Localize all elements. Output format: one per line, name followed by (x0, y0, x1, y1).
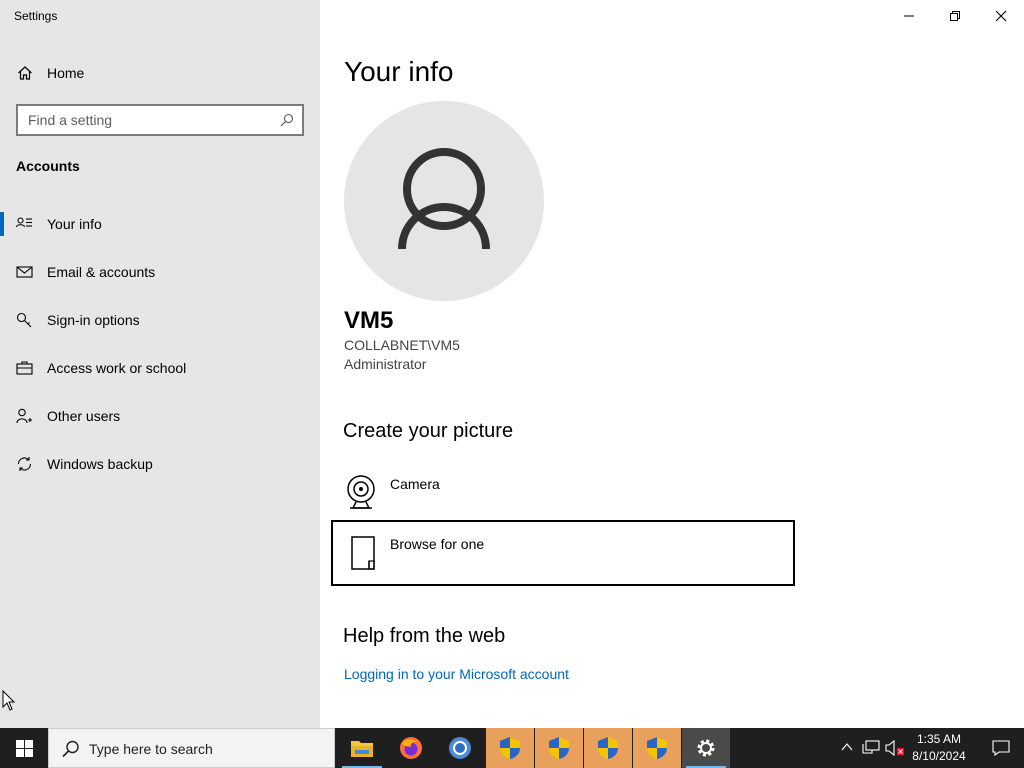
sidebar-item-label: Windows backup (47, 456, 153, 472)
window-controls (886, 0, 1024, 32)
sidebar: Settings Home Accounts Your info Email &… (0, 0, 320, 728)
tray-show-hidden[interactable] (838, 728, 856, 768)
network-icon (862, 740, 880, 754)
mouse-cursor-icon (2, 689, 16, 717)
user-name: VM5 (344, 307, 394, 334)
user-domain: COLLABNET\VM5 (344, 337, 460, 353)
avatar (344, 101, 544, 301)
volume-muted-icon (885, 740, 904, 756)
sidebar-item-home[interactable]: Home (0, 58, 320, 88)
create-picture-heading: Create your picture (343, 420, 514, 442)
settings-gear-icon (697, 739, 715, 757)
find-setting-search[interactable] (16, 104, 304, 136)
camera-option[interactable]: Camera (332, 466, 794, 516)
file-icon (349, 536, 377, 570)
person-icon (398, 148, 490, 250)
app-title: Settings (14, 9, 58, 23)
sidebar-item-email-accounts[interactable]: Email & accounts (0, 252, 320, 292)
sidebar-item-label: Email & accounts (47, 264, 156, 280)
action-center-button[interactable] (978, 728, 1024, 768)
user-role: Administrator (344, 356, 427, 372)
help-link[interactable]: Logging in to your Microsoft account (344, 666, 569, 682)
help-heading: Help from the web (343, 625, 506, 647)
camera-label: Camera (390, 476, 440, 492)
sidebar-item-label: Access work or school (47, 360, 187, 376)
sidebar-item-other-users[interactable]: Other users (0, 396, 320, 436)
shield-icon (500, 737, 520, 759)
taskbar-chrome[interactable] (436, 728, 484, 768)
windows-logo-icon (16, 740, 33, 757)
close-icon (995, 10, 1007, 22)
minimize-icon (904, 15, 914, 17)
taskbar-shield-4[interactable] (633, 728, 681, 768)
chrome-icon (449, 737, 471, 759)
sidebar-item-label: Your info (47, 216, 102, 232)
home-icon (17, 65, 33, 81)
tray-network[interactable] (860, 728, 882, 768)
camera-icon (344, 474, 378, 510)
firefox-icon (400, 737, 422, 759)
search-icon (62, 740, 79, 758)
shield-icon (598, 737, 618, 759)
restore-button[interactable] (932, 0, 978, 32)
restore-icon (950, 11, 960, 21)
sidebar-item-label: Sign-in options (47, 312, 140, 328)
clock-date: 8/10/2024 (912, 749, 966, 763)
taskbar-shield-2[interactable] (535, 728, 583, 768)
page-title: Your info (344, 56, 454, 87)
mail-icon (16, 264, 33, 280)
taskbar-clock[interactable]: 1:35 AM 8/10/2024 (906, 728, 972, 768)
clock-time: 1:35 AM (916, 732, 962, 746)
key-icon (16, 312, 33, 328)
section-heading: Accounts (16, 158, 80, 174)
person-add-icon (16, 408, 33, 424)
sync-icon (16, 456, 33, 472)
sidebar-item-label: Other users (47, 408, 121, 424)
minimize-button[interactable] (886, 0, 932, 32)
taskbar: Type here to search 1:35 AM 8/10/2024 (0, 728, 1024, 768)
briefcase-icon (16, 360, 33, 376)
taskbar-shield-1[interactable] (486, 728, 534, 768)
file-explorer-icon (351, 741, 373, 757)
taskbar-settings[interactable] (682, 728, 730, 768)
shield-icon (647, 737, 667, 759)
sidebar-item-your-info[interactable]: Your info (0, 204, 320, 244)
start-button[interactable] (0, 728, 48, 768)
shield-icon (549, 737, 569, 759)
browse-for-one-button[interactable]: Browse for one (331, 520, 795, 586)
taskbar-file-explorer[interactable] (338, 728, 386, 768)
person-card-icon (15, 216, 33, 232)
search-input[interactable] (28, 111, 268, 129)
sidebar-item-label: Home (47, 65, 85, 81)
sidebar-item-windows-backup[interactable]: Windows backup (0, 444, 320, 484)
close-button[interactable] (978, 0, 1024, 32)
tray-volume[interactable] (884, 728, 906, 768)
notification-icon (992, 740, 1010, 756)
taskbar-firefox[interactable] (387, 728, 435, 768)
taskbar-search-placeholder: Type here to search (89, 741, 213, 757)
browse-label: Browse for one (390, 536, 485, 552)
sidebar-item-access-work-school[interactable]: Access work or school (0, 348, 320, 388)
taskbar-search[interactable]: Type here to search (48, 728, 335, 768)
chevron-up-icon (841, 743, 853, 751)
search-icon[interactable] (280, 113, 294, 127)
taskbar-shield-3[interactable] (584, 728, 632, 768)
sidebar-item-sign-in-options[interactable]: Sign-in options (0, 300, 320, 340)
